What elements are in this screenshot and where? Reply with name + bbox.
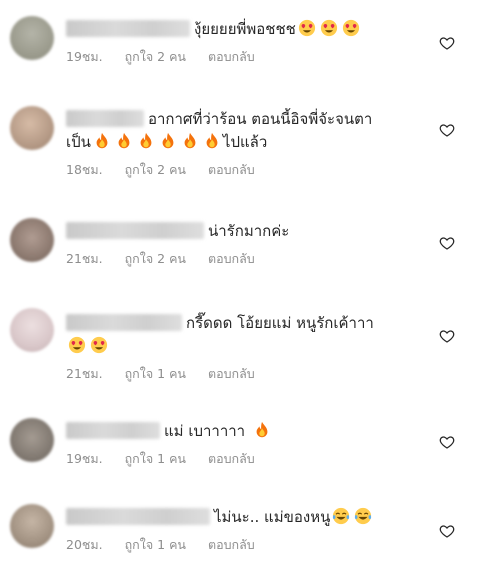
comment-text-line-2 <box>66 335 433 358</box>
comment-text: น่ารักมากค่ะ <box>208 222 290 240</box>
comment-text-line: กรี๊ดดด โอ้ยยแม่ หนูรักเค้าาา <box>66 312 433 335</box>
comment-text: งุ้ยยยยพี่พอชชช <box>194 20 296 38</box>
username-blurred[interactable] <box>66 222 204 239</box>
comment-time: 19ชม. <box>66 451 103 466</box>
comment-text-line: อากาศที่ว่าร้อน ตอนนี้อิจพี่จัะจนตา <box>66 108 433 131</box>
like-heart-icon[interactable] <box>439 434 455 450</box>
comment-text-3: ไปแล้ว <box>222 133 268 151</box>
comment-meta: 19ชม. ถูกใจ 2 คน ตอบกลับ <box>66 47 433 67</box>
comment-text-line: น่ารักมากค่ะ <box>66 220 433 243</box>
comment-meta: 21ชม. ถูกใจ 2 คน ตอบกลับ <box>66 249 433 269</box>
comment-meta: 18ชม. ถูกใจ 2 คน ตอบกลับ <box>66 160 433 180</box>
heart-eyes-emoji-icon <box>320 19 337 37</box>
fire-emoji-icon <box>162 132 174 149</box>
comment-meta: 19ชม. ถูกใจ 1 คน ตอบกลับ <box>66 449 433 469</box>
username-blurred[interactable] <box>66 110 144 127</box>
heart-eyes-emoji-icon <box>68 336 86 354</box>
reply-button[interactable]: ตอบกลับ <box>208 49 255 64</box>
fire-emoji-icon <box>96 132 108 149</box>
avatar[interactable] <box>10 308 54 352</box>
comment-time: 20ชม. <box>66 537 103 552</box>
avatar[interactable] <box>10 218 54 262</box>
comment-time: 21ชม. <box>66 251 103 266</box>
username-blurred[interactable] <box>66 508 210 525</box>
avatar[interactable] <box>10 106 54 150</box>
tears-of-joy-emoji-icon <box>355 507 372 525</box>
username-blurred[interactable] <box>66 20 190 37</box>
avatar[interactable] <box>10 16 54 60</box>
fire-emoji-icon <box>118 132 130 149</box>
like-count[interactable]: ถูกใจ 1 คน <box>125 537 186 552</box>
tears-of-joy-emoji-icon <box>333 507 350 525</box>
comment-time: 19ชม. <box>66 49 103 64</box>
like-heart-icon[interactable] <box>439 122 455 138</box>
emoji-group <box>296 19 362 38</box>
like-count[interactable]: ถูกใจ 2 คน <box>125 251 186 266</box>
comment-time: 21ชม. <box>66 366 103 381</box>
fire-emoji-icon <box>184 132 196 149</box>
comment-text-2: เป็น <box>66 133 91 151</box>
comment-text: กรี๊ดดด โอ้ยยแม่ หนูรักเค้าาา <box>186 314 374 332</box>
username-blurred[interactable] <box>66 422 160 439</box>
like-heart-icon[interactable] <box>439 523 455 539</box>
reply-button[interactable]: ตอบกลับ <box>208 451 255 466</box>
reply-button[interactable]: ตอบกลับ <box>208 162 255 177</box>
emoji-group <box>251 421 273 440</box>
like-heart-icon[interactable] <box>439 35 455 51</box>
comment-text-line: งุ้ยยยยพี่พอชชช <box>66 18 433 41</box>
like-heart-icon[interactable] <box>439 235 455 251</box>
like-count[interactable]: ถูกใจ 2 คน <box>125 162 186 177</box>
comment-text-line: แม่ เบาาาาา <box>66 420 433 443</box>
fire-emoji-icon <box>256 421 268 438</box>
comment-meta: 20ชม. ถูกใจ 1 คน ตอบกลับ <box>66 535 433 555</box>
reply-button[interactable]: ตอบกลับ <box>208 366 255 381</box>
fire-emoji-icon <box>140 132 152 149</box>
heart-eyes-emoji-icon <box>342 19 359 37</box>
like-count[interactable]: ถูกใจ 1 คน <box>125 366 186 381</box>
comment-text: อากาศที่ว่าร้อน ตอนนี้อิจพี่จัะจนตา <box>148 110 373 128</box>
emoji-group <box>66 336 110 355</box>
like-count[interactable]: ถูกใจ 1 คน <box>125 451 186 466</box>
comment-text: ไม่นะ.. แม่ของหนู <box>214 508 331 526</box>
emoji-group <box>330 507 374 526</box>
heart-eyes-emoji-icon <box>90 336 108 354</box>
avatar[interactable] <box>10 504 54 548</box>
comment-time: 18ชม. <box>66 162 103 177</box>
comment-text: แม่ เบาาาาา <box>164 422 246 440</box>
like-count[interactable]: ถูกใจ 2 คน <box>125 49 186 64</box>
comment-list: งุ้ยยยยพี่พอชชช 19ชม. ถูกใจ 2 คน ตอบกลับ อ… <box>0 0 481 582</box>
comment-text-line-2: เป็น ไปแล้ว <box>66 131 433 154</box>
comment-meta: 21ชม. ถูกใจ 1 คน ตอบกลับ <box>66 364 433 384</box>
avatar[interactable] <box>10 418 54 462</box>
username-blurred[interactable] <box>66 314 182 331</box>
reply-button[interactable]: ตอบกลับ <box>208 537 255 552</box>
emoji-group <box>91 132 223 151</box>
comment-text-line: ไม่นะ.. แม่ของหนู <box>66 506 433 529</box>
fire-emoji-icon <box>206 132 218 149</box>
like-heart-icon[interactable] <box>439 328 455 344</box>
heart-eyes-emoji-icon <box>298 19 315 37</box>
reply-button[interactable]: ตอบกลับ <box>208 251 255 266</box>
